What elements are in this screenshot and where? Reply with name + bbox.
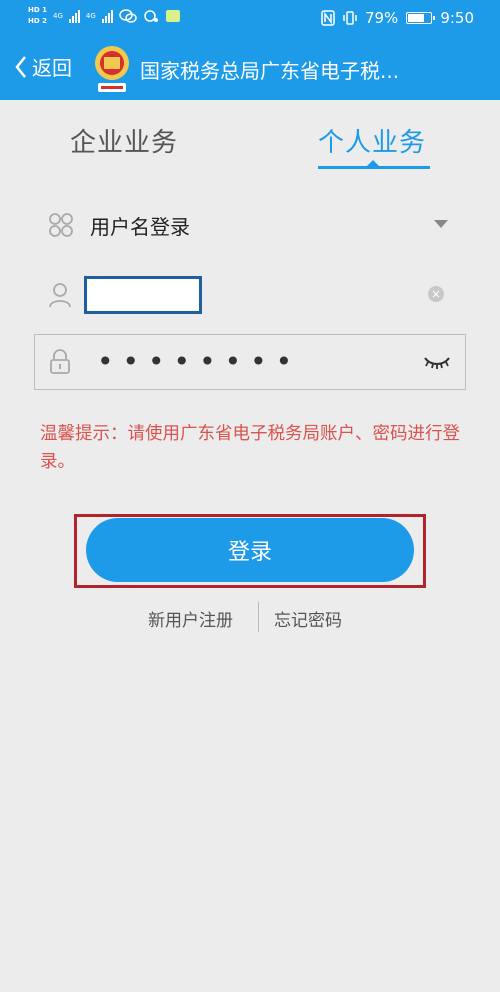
battery-icon: [406, 12, 436, 24]
cloud-icon: [144, 10, 158, 22]
signal-2-icon: [101, 9, 113, 23]
password-row[interactable]: ••••••••: [34, 334, 466, 390]
grid-icon: [49, 213, 73, 237]
login-button[interactable]: 登录: [86, 518, 414, 582]
sim2-label: HD 2: [28, 17, 47, 25]
wechat-icon: [119, 9, 137, 23]
battery-percent: 79%: [364, 9, 399, 27]
footer-links: 新用户注册 忘记密码: [0, 600, 500, 636]
nav-bar: 返回 国家税务总局广东省电子税...: [0, 38, 500, 100]
close-circle-icon[interactable]: ×: [428, 286, 444, 302]
eye-closed-icon[interactable]: [423, 353, 451, 371]
network-2-label: 4G: [85, 12, 96, 20]
nfc-icon: [321, 10, 335, 26]
signal-1-icon: [68, 9, 80, 23]
active-tab-underline: [318, 166, 430, 169]
sim-labels: HD 1 HD 2: [28, 6, 47, 26]
login-type-label: 用户名登录: [90, 215, 190, 239]
username-input[interactable]: [84, 276, 202, 314]
back-button[interactable]: 返回: [14, 52, 72, 81]
lock-icon: [50, 349, 70, 374]
clock: 9:50: [440, 9, 474, 27]
sim1-label: HD 1: [28, 6, 47, 14]
status-left: HD 1 HD 2 4G 4G: [28, 6, 181, 26]
battery-fill: [408, 14, 425, 22]
page-title: 国家税务总局广东省电子税...: [140, 59, 400, 83]
network-1-label: 4G: [52, 12, 63, 20]
login-hint: 温馨提示：请使用广东省电子税务局账户、密码进行登录。: [40, 424, 460, 472]
user-icon: [49, 283, 71, 308]
status-bar: HD 1 HD 2 4G 4G 79% 9:50: [0, 0, 500, 38]
tab-personal[interactable]: 个人业务: [318, 122, 426, 159]
vibrate-icon: [343, 11, 357, 25]
link-divider: [258, 602, 259, 632]
status-right: 79% 9:50: [321, 9, 474, 27]
app-notification-icon: [165, 10, 180, 22]
tax-emblem-logo: [95, 46, 129, 92]
chevron-down-icon[interactable]: [434, 220, 448, 228]
forgot-password-link[interactable]: 忘记密码: [274, 606, 342, 631]
business-tabs: 企业业务 个人业务: [0, 100, 500, 180]
password-input[interactable]: ••••••••: [97, 345, 301, 378]
register-link[interactable]: 新用户注册: [148, 606, 233, 631]
username-row: ×: [34, 268, 466, 324]
login-type-selector[interactable]: 用户名登录: [34, 196, 466, 252]
tab-enterprise[interactable]: 企业业务: [70, 122, 178, 159]
chevron-left-icon: [15, 55, 26, 78]
back-label: 返回: [32, 56, 72, 80]
